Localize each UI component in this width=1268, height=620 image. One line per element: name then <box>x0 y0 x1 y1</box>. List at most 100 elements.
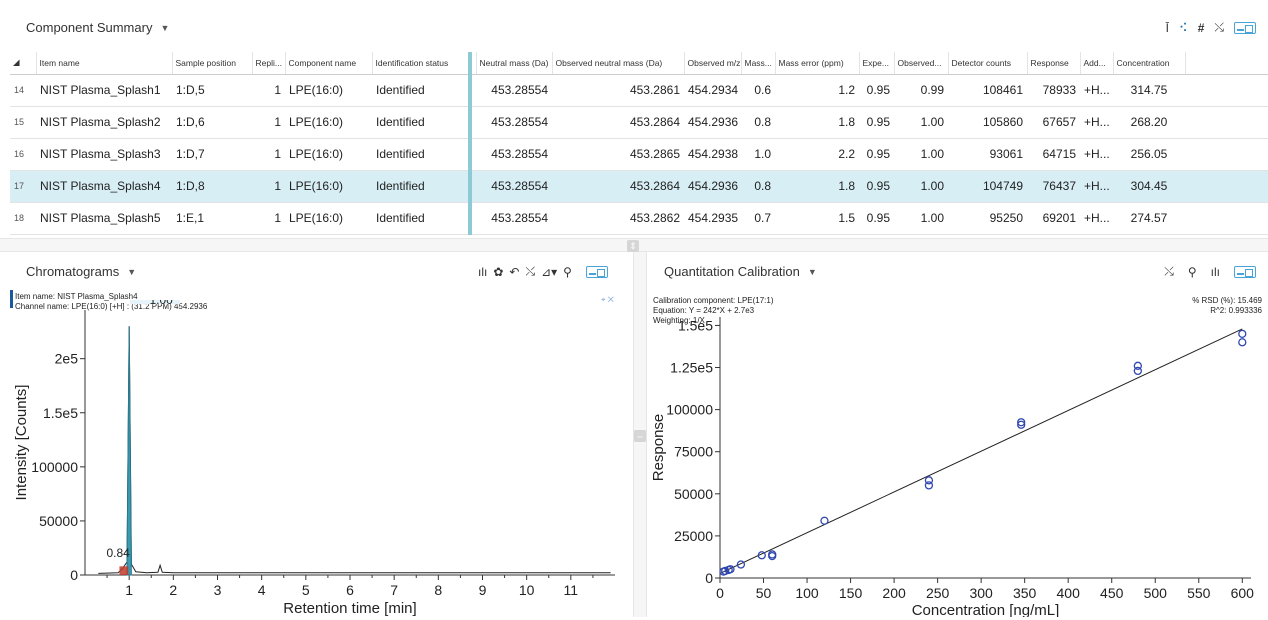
table-cell: 93061 <box>948 138 1027 171</box>
column-header[interactable]: Identification status <box>372 52 471 75</box>
table-cell: 0.95 <box>859 170 894 203</box>
column-header[interactable]: Neutral mass (Da) <box>476 52 553 75</box>
table-cell: +H... <box>1080 106 1113 139</box>
chevron-down-icon[interactable]: ▼ <box>160 23 169 33</box>
x-tick-label: 450 <box>1100 585 1124 601</box>
table-cell: 95250 <box>948 202 1027 235</box>
window-toggle-icon[interactable] <box>585 265 608 278</box>
column-header[interactable]: Observed... <box>894 52 949 75</box>
table-cell: 0.95 <box>859 202 894 235</box>
table-cell: 454.2934 <box>684 74 741 107</box>
column-header[interactable]: Detector counts <box>948 52 1028 75</box>
table-cell-blank <box>1185 138 1268 171</box>
table-cell: 1.00 <box>894 170 948 203</box>
column-header[interactable]: Observed m/z <box>684 52 742 75</box>
table-cell: LPE(16:0) <box>285 74 372 107</box>
column-header[interactable]: Observed neutral mass (Da) <box>552 52 685 75</box>
table-cell: 104749 <box>948 170 1027 203</box>
horizontal-splitter[interactable]: ⇕ <box>0 238 1268 252</box>
table-cell: 76437 <box>1027 170 1080 203</box>
table-cell: 0.7 <box>741 202 775 235</box>
fit-icon[interactable]: ⤯ <box>1164 264 1174 279</box>
table-row[interactable]: 18 NIST Plasma_Splash5 1:E,1 1 LPE(16:0) Iden… <box>10 202 1268 235</box>
table-cell: 0.8 <box>741 170 775 203</box>
table-cell: 453.28554 <box>476 202 552 235</box>
calib-toolbar: ⤯ ⚲ ılı <box>1164 264 1256 279</box>
column-header[interactable]: Response <box>1027 52 1081 75</box>
chart-options-icon[interactable]: ⊿▾ <box>541 265 557 279</box>
window-toggle-icon[interactable] <box>1234 265 1256 278</box>
vertical-splitter[interactable]: ⇔ <box>633 252 647 617</box>
splitter-grip-icon[interactable]: ⇕ <box>627 240 639 252</box>
column-header[interactable]: Add... <box>1080 52 1114 75</box>
network-icon[interactable]: ⠪ <box>1179 21 1188 35</box>
table-cell: 105860 <box>948 106 1027 139</box>
peaks-icon[interactable]: ılı <box>478 265 487 279</box>
gear-icon[interactable]: ✿ <box>493 265 503 279</box>
table-row[interactable]: 14 NIST Plasma_Splash1 1:D,5 1 LPE(16:0) Iden… <box>10 74 1268 107</box>
column-header[interactable]: Concentration <box>1113 52 1186 75</box>
table-cell: 274.57 <box>1113 202 1185 235</box>
table-cell: Identified <box>372 202 470 235</box>
hash-icon[interactable]: # <box>1198 21 1205 35</box>
zoom-icon[interactable]: ⚲ <box>1188 265 1197 279</box>
table-cell: 268.20 <box>1113 106 1185 139</box>
sort-icon[interactable]: ◢ <box>10 52 37 75</box>
table-cell: 1 <box>252 138 285 171</box>
chrom-header[interactable]: Chromatograms ▼ <box>26 264 136 279</box>
peaks-icon[interactable]: ılı <box>1211 265 1220 279</box>
table-row[interactable]: 17 NIST Plasma_Splash4 1:D,8 1 LPE(16:0) Iden… <box>10 170 1268 203</box>
table-row[interactable]: 15 NIST Plasma_Splash2 1:D,6 1 LPE(16:0) Iden… <box>10 106 1268 139</box>
table-cell: 1 <box>252 170 285 203</box>
chrom-toolbar: ılı ✿ ↶ ⤯ ⊿▾ ⚲ <box>478 264 608 279</box>
table-cell: 1.8 <box>775 106 859 139</box>
row-number: 16 <box>10 138 36 171</box>
filter-icon[interactable]: Ī <box>1166 21 1169 35</box>
table-cell: Identified <box>372 138 470 171</box>
column-header[interactable]: Item name <box>36 52 173 75</box>
chevron-down-icon[interactable]: ▼ <box>127 267 136 277</box>
data-point <box>1133 361 1142 370</box>
column-header[interactable]: Mass... <box>741 52 776 75</box>
summary-title: Component Summary <box>26 20 153 35</box>
peak-value: 1.00 <box>149 300 173 307</box>
splitter-grip-icon-2[interactable]: ⇔ <box>634 430 646 442</box>
y-axis-label: Response <box>650 414 667 482</box>
table-cell: 454.2936 <box>684 106 741 139</box>
chevron-down-icon[interactable]: ▼ <box>808 267 817 277</box>
window-toggle-icon[interactable] <box>1234 21 1256 34</box>
table-cell: 1.8 <box>775 170 859 203</box>
column-header[interactable]: Sample position <box>172 52 253 75</box>
x-tick-label: 9 <box>479 582 487 598</box>
summary-header[interactable]: Component Summary ▼ <box>26 20 169 35</box>
column-header[interactable]: Expe... <box>859 52 895 75</box>
column-header-blank <box>1185 52 1268 75</box>
chromatogram-trace <box>98 326 611 574</box>
table-cell: 1.00 <box>894 202 948 235</box>
table-cell: Identified <box>372 106 470 139</box>
row-number: 18 <box>10 202 36 235</box>
calibration-chart[interactable]: 0 50 100 150 200 250 300 350 400 450 500 550 600 0 250… <box>648 307 1268 617</box>
table-cell: LPE(16:0) <box>285 170 372 203</box>
table-cell-blank <box>1185 202 1268 235</box>
table-cell: 453.2861 <box>552 74 684 107</box>
zoom-icon[interactable]: ⚲ <box>563 265 572 279</box>
table-cell: 2.2 <box>775 138 859 171</box>
column-header[interactable]: Component name <box>285 52 373 75</box>
table-row[interactable]: 16 NIST Plasma_Splash3 1:D,7 1 LPE(16:0) Iden… <box>10 138 1268 171</box>
fit-icon[interactable]: ⤯ <box>525 264 535 279</box>
chromatogram-chart[interactable]: 1 2 3 4 5 6 7 8 9 10 11 0 50000 100000 1.5e5 2e5 Retenti… <box>10 300 630 620</box>
table-cell: 256.05 <box>1113 138 1185 171</box>
table-cell: 67657 <box>1027 106 1080 139</box>
fit-icon[interactable]: ⤯ <box>1214 20 1224 35</box>
table-cell: 1:E,1 <box>172 202 252 235</box>
column-header[interactable]: Repli... <box>252 52 286 75</box>
undo-icon[interactable]: ↶ <box>509 265 519 279</box>
row-number: 17 <box>10 170 36 203</box>
column-header[interactable]: Mass error (ppm) <box>775 52 860 75</box>
calib-header[interactable]: Quantitation Calibration ▼ <box>664 264 817 279</box>
table-cell: 1 <box>252 74 285 107</box>
table-cell: 64715 <box>1027 138 1080 171</box>
table-cell: LPE(16:0) <box>285 138 372 171</box>
x-tick-label: 600 <box>1231 585 1255 601</box>
